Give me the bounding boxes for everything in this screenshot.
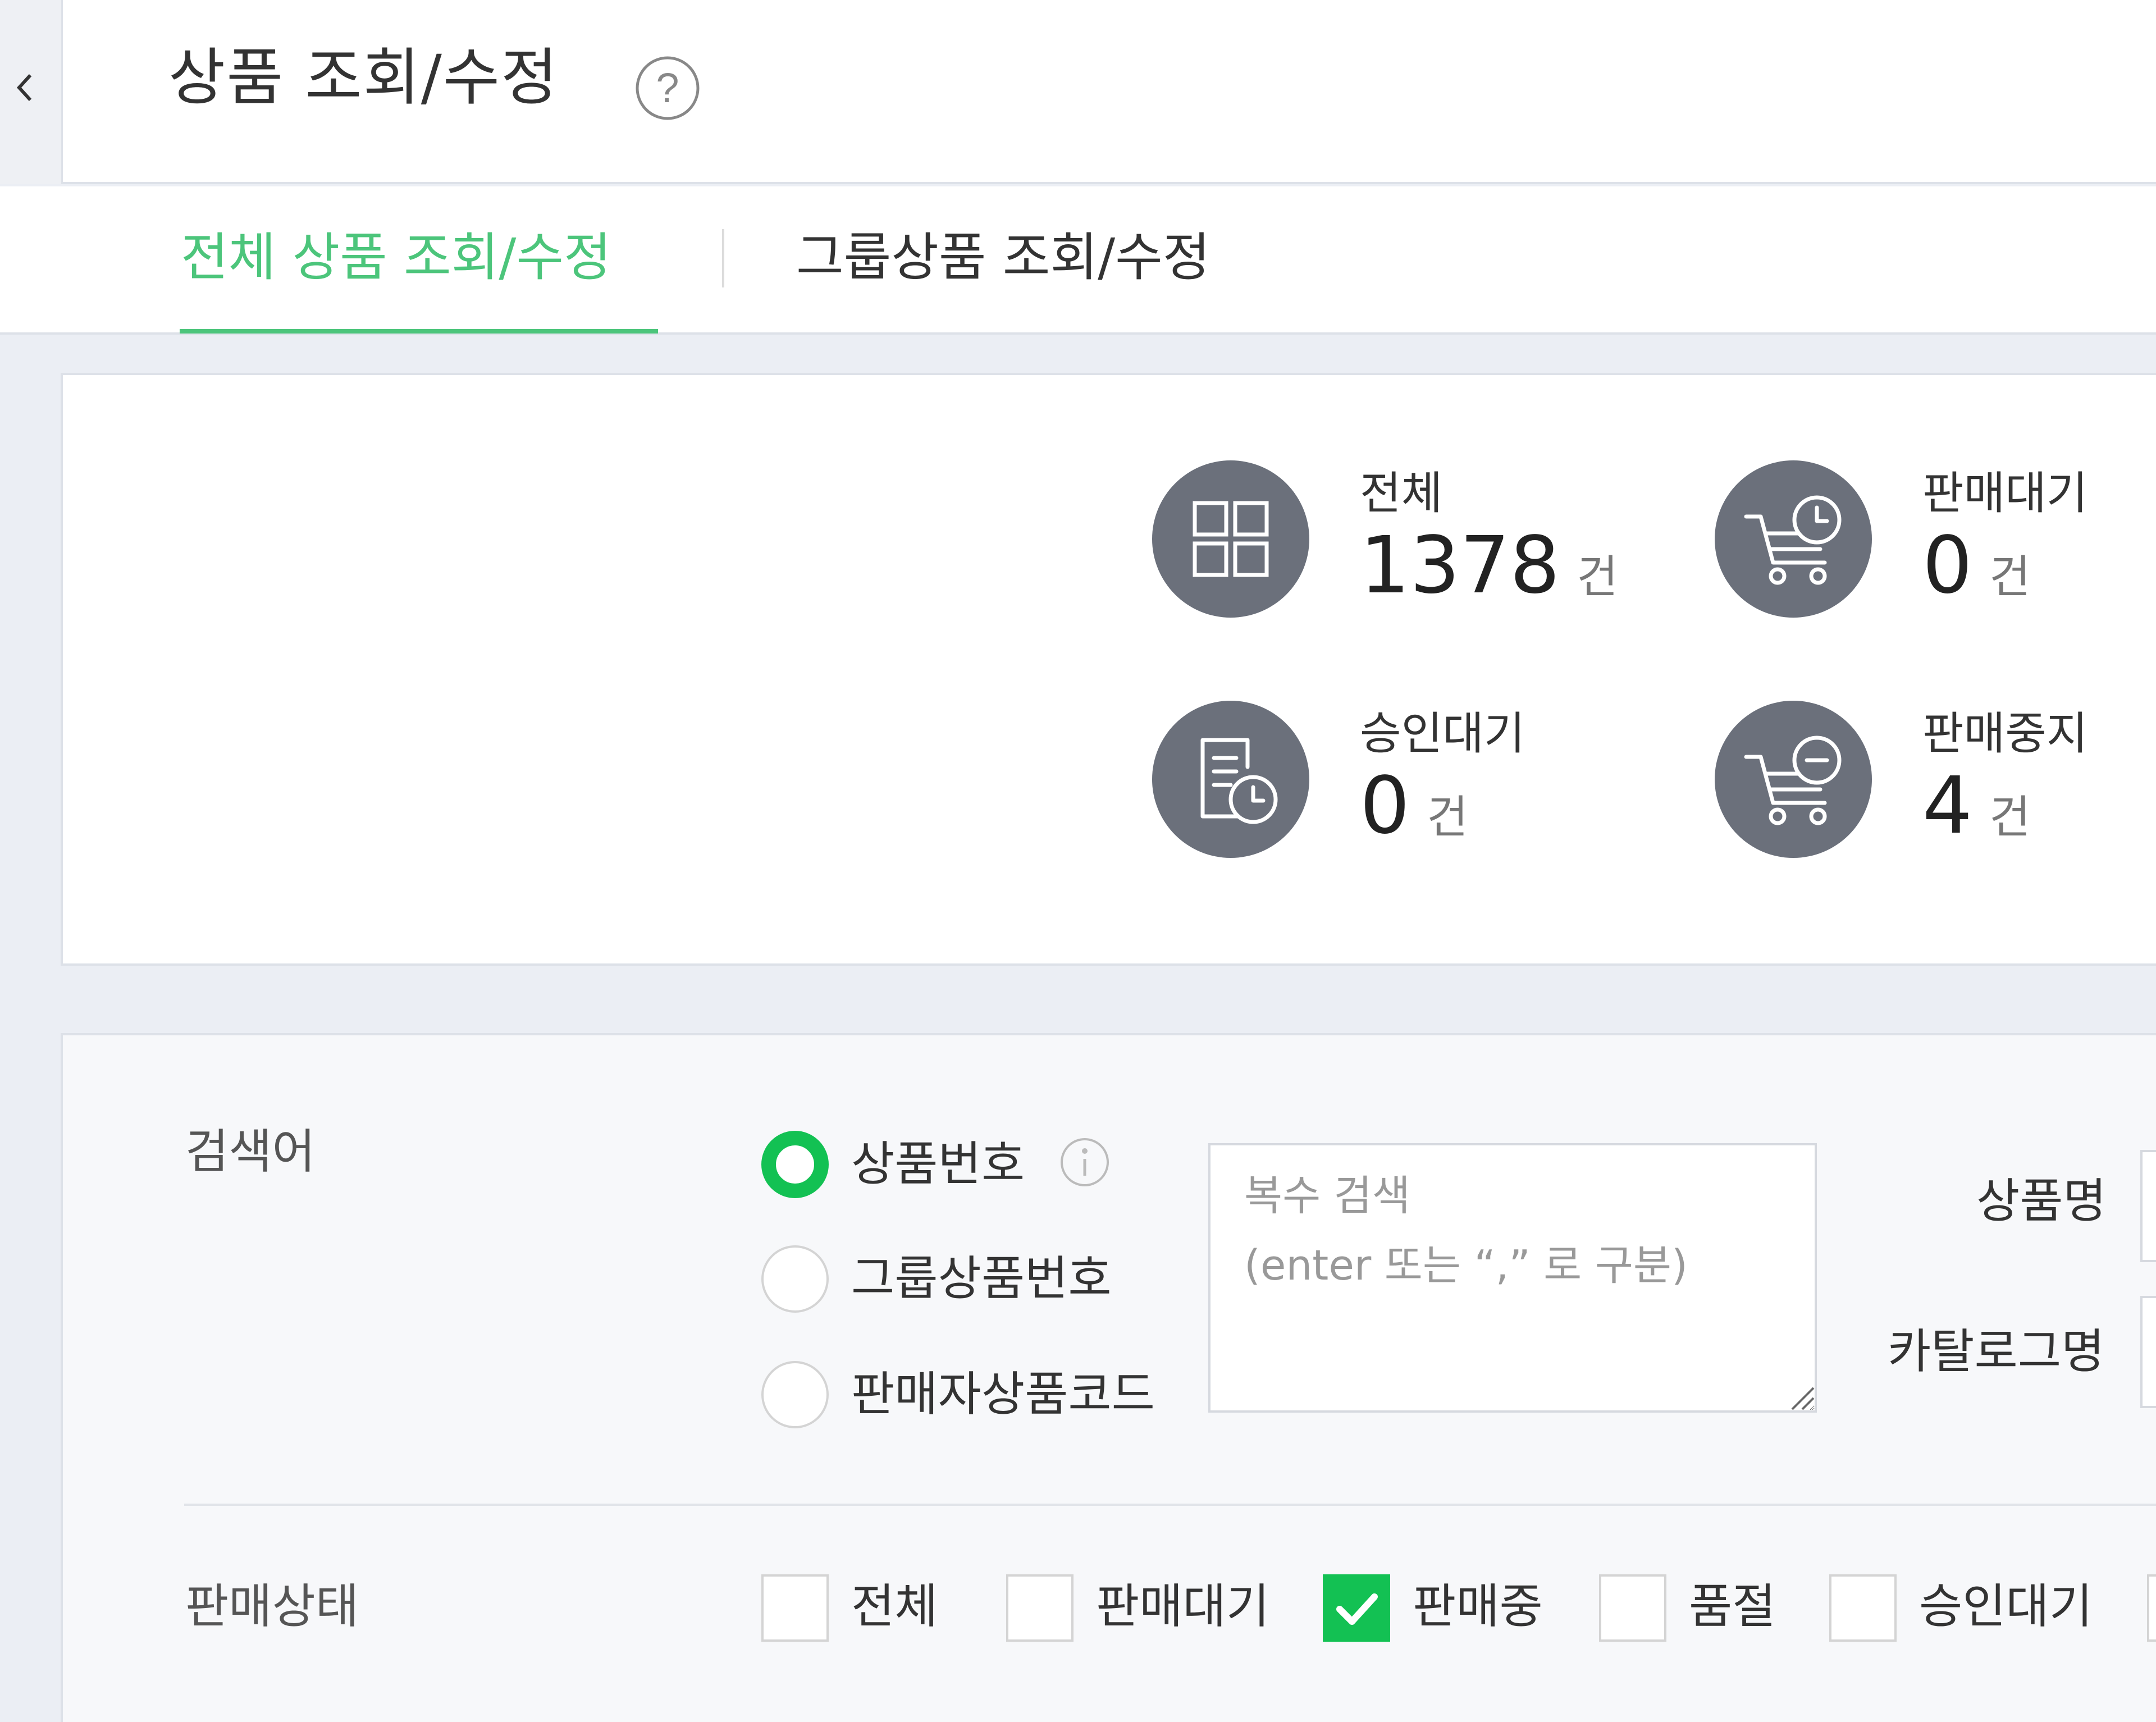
svg-text:?: ? bbox=[656, 65, 679, 111]
checkbox[interactable] bbox=[1599, 1574, 1666, 1642]
checkbox-label: 전체 bbox=[851, 1579, 938, 1634]
catalog-name-input[interactable] bbox=[2140, 1296, 2156, 1408]
tab-divider bbox=[722, 229, 724, 287]
stat-number: 1378 bbox=[1360, 520, 1560, 611]
question-circle-icon[interactable]: ? bbox=[634, 55, 701, 121]
checkbox-label: 품절 bbox=[1689, 1579, 1776, 1634]
stat-pending-approval[interactable]: 승인대기 0건 bbox=[1152, 701, 1714, 864]
checkbox-on-sale[interactable]: 판매중 bbox=[1323, 1574, 1581, 1647]
stat-label: 판매대기 bbox=[1922, 467, 2088, 519]
title-bar: 상품 조회/수정 ? bbox=[0, 0, 2156, 184]
stat-value: 0건 bbox=[1922, 521, 2031, 622]
stat-sale-stopped[interactable]: 판매중지 4건 bbox=[1715, 701, 2156, 864]
checkbox-label: 판매대기 bbox=[1096, 1579, 1270, 1634]
stat-pending-sale[interactable]: 판매대기 0건 bbox=[1715, 460, 2156, 623]
checkbox[interactable] bbox=[2147, 1574, 2156, 1642]
stat-value: 4건 bbox=[1922, 761, 2031, 862]
checkbox-sold-out[interactable]: 품절 bbox=[1599, 1574, 1812, 1647]
sale-status-label: 판매상태 bbox=[185, 1579, 359, 1634]
active-tab-indicator bbox=[180, 329, 658, 334]
radio-product-number[interactable]: 상품번호 bbox=[761, 1131, 1076, 1204]
checkbox[interactable] bbox=[761, 1574, 829, 1642]
info-icon[interactable] bbox=[1059, 1136, 1111, 1188]
checkbox-pending-sale[interactable]: 판매대기 bbox=[1006, 1574, 1298, 1647]
radio-label: 판매자상품코드 bbox=[851, 1367, 1155, 1422]
stat-value: 0건 bbox=[1360, 761, 1468, 862]
product-name-input[interactable] bbox=[2140, 1150, 2156, 1262]
checkbox-pending-approval[interactable]: 승인대기 bbox=[1829, 1574, 2110, 1647]
stat-label: 판매중지 bbox=[1922, 707, 2088, 760]
chevron-left-icon[interactable] bbox=[12, 70, 37, 106]
stat-number: 4 bbox=[1922, 760, 1973, 852]
stat-unit: 건 bbox=[1989, 791, 2031, 843]
radio-button[interactable] bbox=[761, 1361, 829, 1428]
document-clock-icon bbox=[1152, 701, 1309, 858]
checkbox[interactable] bbox=[1829, 1574, 1897, 1642]
stat-label: 승인대기 bbox=[1360, 707, 1525, 760]
tab-bar: 전체 상품 조회/수정 그룹상품 조회/수정 bbox=[0, 186, 2156, 335]
grid-icon bbox=[1152, 460, 1309, 618]
catalog-name-label: 카탈로그명 bbox=[1888, 1324, 2105, 1379]
summary-panel: 전체 1378 건 판매대기 0건 승인대기 0 건 판매중지 4 건 bbox=[61, 373, 2156, 966]
stat-unit: 건 bbox=[1577, 551, 1618, 603]
multi-search-textarea[interactable]: 복수 검색 (enter 또는 “,” 로 구분) bbox=[1208, 1143, 1817, 1413]
checkbox-label: 승인대기 bbox=[1919, 1579, 2093, 1634]
stat-unit: 건 bbox=[1989, 551, 2031, 603]
sidebar-toggle[interactable] bbox=[0, 0, 63, 184]
resize-grip-icon[interactable] bbox=[1785, 1381, 1815, 1410]
cart-minus-icon bbox=[1715, 701, 1872, 858]
checkmark-icon bbox=[1336, 1593, 1378, 1625]
checkbox-all[interactable]: 전체 bbox=[761, 1574, 997, 1647]
tab-group-products[interactable]: 그룹상품 조회/수정 bbox=[796, 221, 1210, 294]
checkbox[interactable] bbox=[1006, 1574, 1074, 1642]
search-panel: 검색어 상품번호 그룹상품번호 판매자상품코드 복수 검색 (enter 또는 … bbox=[61, 1033, 2156, 1722]
tab-all-products[interactable]: 전체 상품 조회/수정 bbox=[181, 221, 611, 294]
stat-label: 전체 bbox=[1360, 467, 1443, 519]
checkbox-next-cut[interactable] bbox=[2147, 1574, 2156, 1647]
stat-unit: 건 bbox=[1427, 791, 1468, 843]
stat-number: 0 bbox=[1360, 760, 1410, 852]
checkbox-label: 판매중 bbox=[1413, 1579, 1543, 1634]
radio-label: 상품번호 bbox=[851, 1136, 1025, 1191]
radio-button-checked[interactable] bbox=[761, 1131, 829, 1198]
cart-clock-icon bbox=[1715, 460, 1872, 618]
radio-button[interactable] bbox=[761, 1245, 829, 1313]
radio-seller-product-code[interactable]: 판매자상품코드 bbox=[761, 1361, 1188, 1434]
radio-label: 그룹상품번호 bbox=[851, 1251, 1112, 1306]
stat-value: 1378 건 bbox=[1360, 521, 1618, 622]
checkbox-checked[interactable] bbox=[1323, 1574, 1390, 1642]
divider bbox=[184, 1504, 2156, 1506]
page-title: 상품 조회/수정 bbox=[168, 42, 559, 113]
keyword-label: 검색어 bbox=[185, 1124, 316, 1179]
product-name-label: 상품명 bbox=[1976, 1173, 2107, 1228]
stat-total[interactable]: 전체 1378 건 bbox=[1152, 460, 1714, 623]
radio-group-product-number[interactable]: 그룹상품번호 bbox=[761, 1245, 1154, 1318]
stat-number: 0 bbox=[1922, 520, 1973, 611]
